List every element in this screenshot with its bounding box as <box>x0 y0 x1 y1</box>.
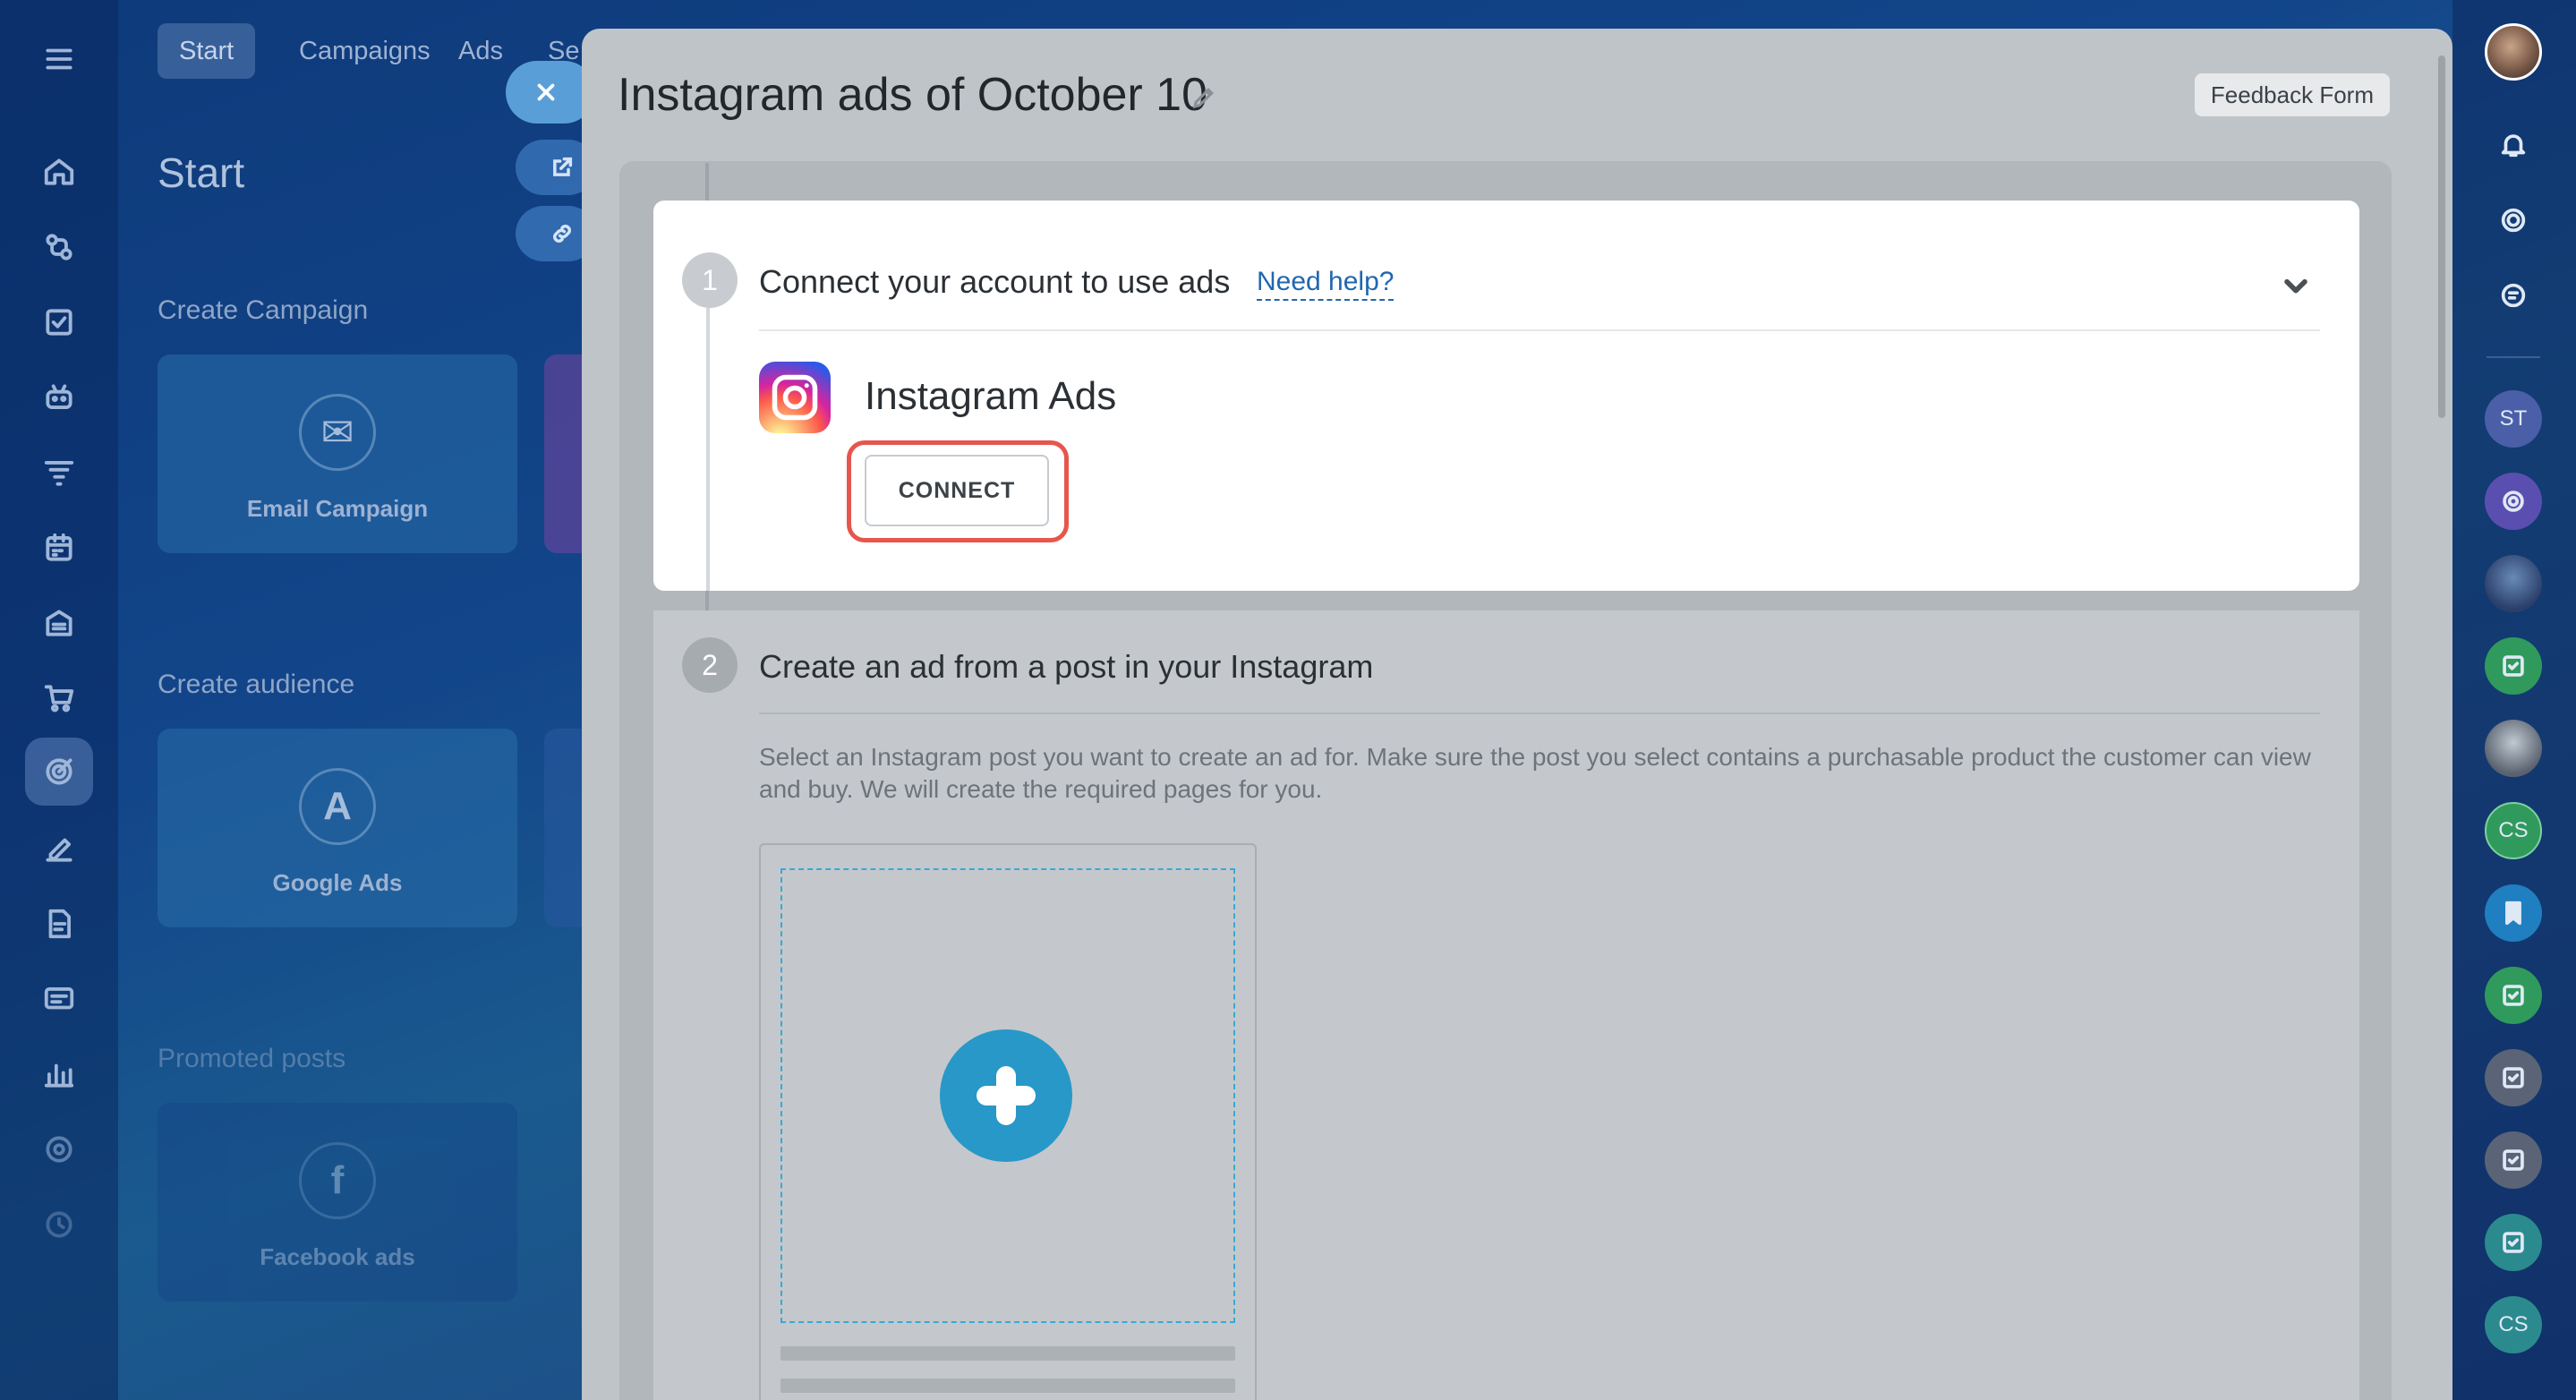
marketing-icon[interactable] <box>41 754 77 790</box>
step-number-2: 2 <box>682 637 738 693</box>
task-chat-icon[interactable] <box>2485 1049 2542 1106</box>
chevron-down-icon[interactable] <box>2281 270 2311 305</box>
step2-description: Select an Instagram post you want to cre… <box>759 743 2311 803</box>
chat-target-icon[interactable] <box>2485 473 2542 530</box>
slider-title: Instagram ads of October 10 <box>618 69 1208 121</box>
task-chat-icon[interactable] <box>2485 1214 2542 1271</box>
bell-icon[interactable] <box>2485 116 2542 174</box>
calendar-icon[interactable] <box>41 530 77 566</box>
tasks-icon[interactable] <box>41 304 77 340</box>
step-create-ad: 2 Create an ad from a post in your Insta… <box>653 610 2359 1400</box>
left-nav-rail <box>0 0 118 1400</box>
section-create-audience: Create audience <box>158 670 355 699</box>
instagram-ads-slider: Instagram ads of October 10 Feedback For… <box>582 29 2452 1400</box>
external-link-icon <box>553 157 573 176</box>
inventory-icon[interactable] <box>41 605 77 641</box>
task-chat-icon[interactable] <box>2485 1131 2542 1189</box>
close-icon <box>537 83 555 101</box>
search-chat-icon[interactable] <box>2485 267 2542 324</box>
email-campaign-card[interactable]: ✉ Email Campaign <box>158 354 517 553</box>
chat-avatar-cat[interactable] <box>2485 720 2542 777</box>
robot-icon[interactable] <box>41 380 77 415</box>
sign-icon[interactable] <box>41 831 77 866</box>
step2-divider <box>759 713 2320 714</box>
instagram-logo-icon <box>759 362 831 433</box>
google-ads-card[interactable]: A Google Ads <box>158 729 517 927</box>
chat-avatar-person[interactable] <box>2485 555 2542 612</box>
task-chat-icon[interactable] <box>2485 967 2542 1024</box>
step-connector-line <box>706 308 710 591</box>
menu-icon[interactable] <box>41 41 77 77</box>
funnel-icon[interactable] <box>41 455 77 491</box>
post-upload-zone[interactable] <box>780 868 1235 1323</box>
plus-icon <box>977 1066 1036 1125</box>
facebook-ads-label: Facebook ads <box>260 1243 415 1270</box>
post-placeholder-line <box>780 1346 1235 1361</box>
slider-scrollbar[interactable] <box>2438 55 2445 418</box>
rail-divider <box>2486 356 2540 358</box>
tab-ads[interactable]: Ads <box>437 23 525 79</box>
goals-icon[interactable] <box>2485 192 2542 249</box>
link-icon <box>553 225 571 243</box>
google-ads-icon: A <box>299 768 376 845</box>
email-campaign-label: Email Campaign <box>246 495 429 522</box>
email-icon: ✉ <box>299 394 376 471</box>
provider-name: Instagram Ads <box>865 374 1117 418</box>
cart-icon[interactable] <box>41 680 77 716</box>
support-icon[interactable] <box>41 1131 77 1167</box>
bookmark-chat-icon[interactable] <box>2485 884 2542 942</box>
edit-title-pencil-icon[interactable] <box>1190 84 1217 115</box>
post-placeholder-line <box>780 1379 1235 1393</box>
facebook-icon: f <box>299 1142 376 1219</box>
home-icon[interactable] <box>41 154 77 190</box>
facebook-ads-card[interactable]: f Facebook ads <box>158 1103 517 1302</box>
page-title: Start <box>158 149 245 196</box>
section-promoted-posts: Promoted posts <box>158 1044 346 1073</box>
chat-avatar-cs[interactable]: CS <box>2485 1296 2542 1353</box>
add-post-button[interactable] <box>940 1029 1072 1162</box>
chat-avatar-cs[interactable]: CS <box>2485 802 2542 859</box>
user-avatar[interactable] <box>2485 23 2542 81</box>
step1-divider <box>759 329 2320 331</box>
contact-center-icon[interactable] <box>41 981 77 1017</box>
background-start-page: Start Campaigns Ads Se Start Create Camp… <box>118 0 598 1400</box>
chat-avatar-st[interactable]: ST <box>2485 390 2542 448</box>
document-icon[interactable] <box>41 906 77 942</box>
right-rail: ST CS CS <box>2452 0 2576 1400</box>
feedback-form-button[interactable]: Feedback Form <box>2194 73 2390 116</box>
tab-campaigns[interactable]: Campaigns <box>277 23 452 79</box>
apps-icon[interactable] <box>41 1207 77 1242</box>
google-ads-label: Google Ads <box>272 869 403 896</box>
step-connect-account: 1 Connect your account to use ads Need h… <box>653 201 2359 591</box>
task-chat-icon[interactable] <box>2485 637 2542 695</box>
section-create-campaign: Create Campaign <box>158 295 369 325</box>
connect-button[interactable]: CONNECT <box>865 455 1049 526</box>
tab-start[interactable]: Start <box>158 23 256 79</box>
crm-icon[interactable] <box>41 229 77 265</box>
step2-title: Create an ad from a post in your Instagr… <box>759 648 1374 685</box>
step-number-1: 1 <box>682 252 738 308</box>
step1-title: Connect your account to use ads <box>759 263 1231 300</box>
analytics-icon[interactable] <box>41 1056 77 1092</box>
instagram-post-selector <box>759 843 1257 1400</box>
need-help-link[interactable]: Need help? <box>1257 267 1395 301</box>
